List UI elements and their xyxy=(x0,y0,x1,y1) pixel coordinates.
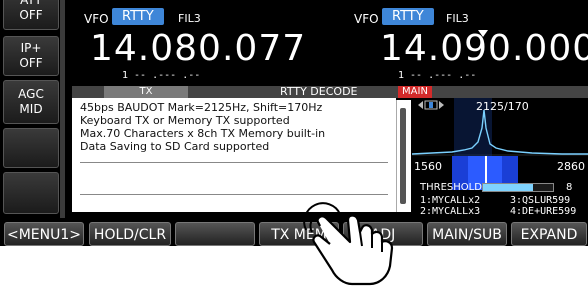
sub-rit-readout: 1 -- .--- .-- xyxy=(398,70,477,81)
left-blank-button-1[interactable] xyxy=(3,128,59,168)
main-mode-button[interactable]: RTTY xyxy=(112,8,164,25)
decode-tx-tab[interactable]: TX xyxy=(104,86,188,98)
att-button[interactable]: ATT OFF xyxy=(3,0,59,30)
decode-divider xyxy=(80,162,388,163)
decode-line: Keyboard TX or Memory TX supported xyxy=(80,114,290,127)
main-vfo-tag: VFO xyxy=(84,12,109,26)
main-sub-button[interactable]: MAIN/SUB xyxy=(427,222,507,246)
blank-function-button[interactable] xyxy=(175,222,255,246)
memory-tx-3[interactable]: 3:QSLUR599 xyxy=(510,195,570,206)
tuning-step-marker-icon xyxy=(478,30,488,37)
left-divider-bar xyxy=(60,0,65,218)
sub-vfo-tag: VFO xyxy=(354,12,379,26)
agc-button-label: AGC xyxy=(18,87,44,101)
ip-plus-button[interactable]: IP+ OFF xyxy=(3,36,59,76)
scope-low-label: 1560 xyxy=(414,160,442,173)
decode-title: RTTY DECODE xyxy=(280,85,358,98)
touch-hand-icon xyxy=(303,202,394,286)
menu1-button[interactable]: <MENU1> xyxy=(4,222,84,246)
agc-button-value: MID xyxy=(19,102,43,116)
att-button-label: ATT xyxy=(20,0,42,7)
decode-line: Max.70 Characters x 8ch TX Memory built-… xyxy=(80,127,326,140)
ip-plus-button-value: OFF xyxy=(19,56,43,70)
threshold-label: THRESHOLD xyxy=(420,182,482,193)
main-frequency[interactable]: 14.080.077 xyxy=(90,28,306,69)
ip-plus-button-label: IP+ xyxy=(20,41,42,55)
threshold-bar-fill xyxy=(483,184,534,191)
scope-center-label: 2125/170 xyxy=(476,100,529,113)
decode-line: 45bps BAUDOT Mark=2125Hz, Shift=170Hz xyxy=(80,101,323,114)
left-button-column: ATT OFF IP+ OFF AGC MID xyxy=(0,0,60,218)
sub-mode-button[interactable]: RTTY xyxy=(382,8,434,25)
agc-button[interactable]: AGC MID xyxy=(3,80,59,124)
radio-screen: ATT OFF IP+ OFF AGC MID VFO RTTY FIL3 14… xyxy=(0,0,588,246)
att-button-value: OFF xyxy=(19,8,43,22)
hold-clr-button[interactable]: HOLD/CLR xyxy=(89,222,171,246)
decode-text: 45bps BAUDOT Mark=2125Hz, Shift=170Hz Ke… xyxy=(80,101,325,153)
tuning-indicator-icon xyxy=(418,100,444,110)
main-rit-readout: 1 -- .--- .-- xyxy=(122,70,201,81)
threshold-bar[interactable] xyxy=(482,183,554,192)
decode-main-tag: MAIN xyxy=(398,86,432,98)
memory-tx-2[interactable]: 2:MYCALLx3 xyxy=(420,206,480,217)
expand-button[interactable]: EXPAND xyxy=(511,222,587,246)
decode-line: Data Saving to SD Card supported xyxy=(80,140,270,153)
memory-tx-1[interactable]: 1:MYCALLx2 xyxy=(420,195,480,206)
sub-filter-label[interactable]: FIL3 xyxy=(446,12,469,25)
scope-high-label: 2860 xyxy=(557,160,585,173)
threshold-value: 8 xyxy=(566,182,573,193)
memory-tx-4[interactable]: 4:DE+URE599 xyxy=(510,206,576,217)
main-filter-label[interactable]: FIL3 xyxy=(178,12,201,25)
left-blank-button-2[interactable] xyxy=(3,172,59,214)
